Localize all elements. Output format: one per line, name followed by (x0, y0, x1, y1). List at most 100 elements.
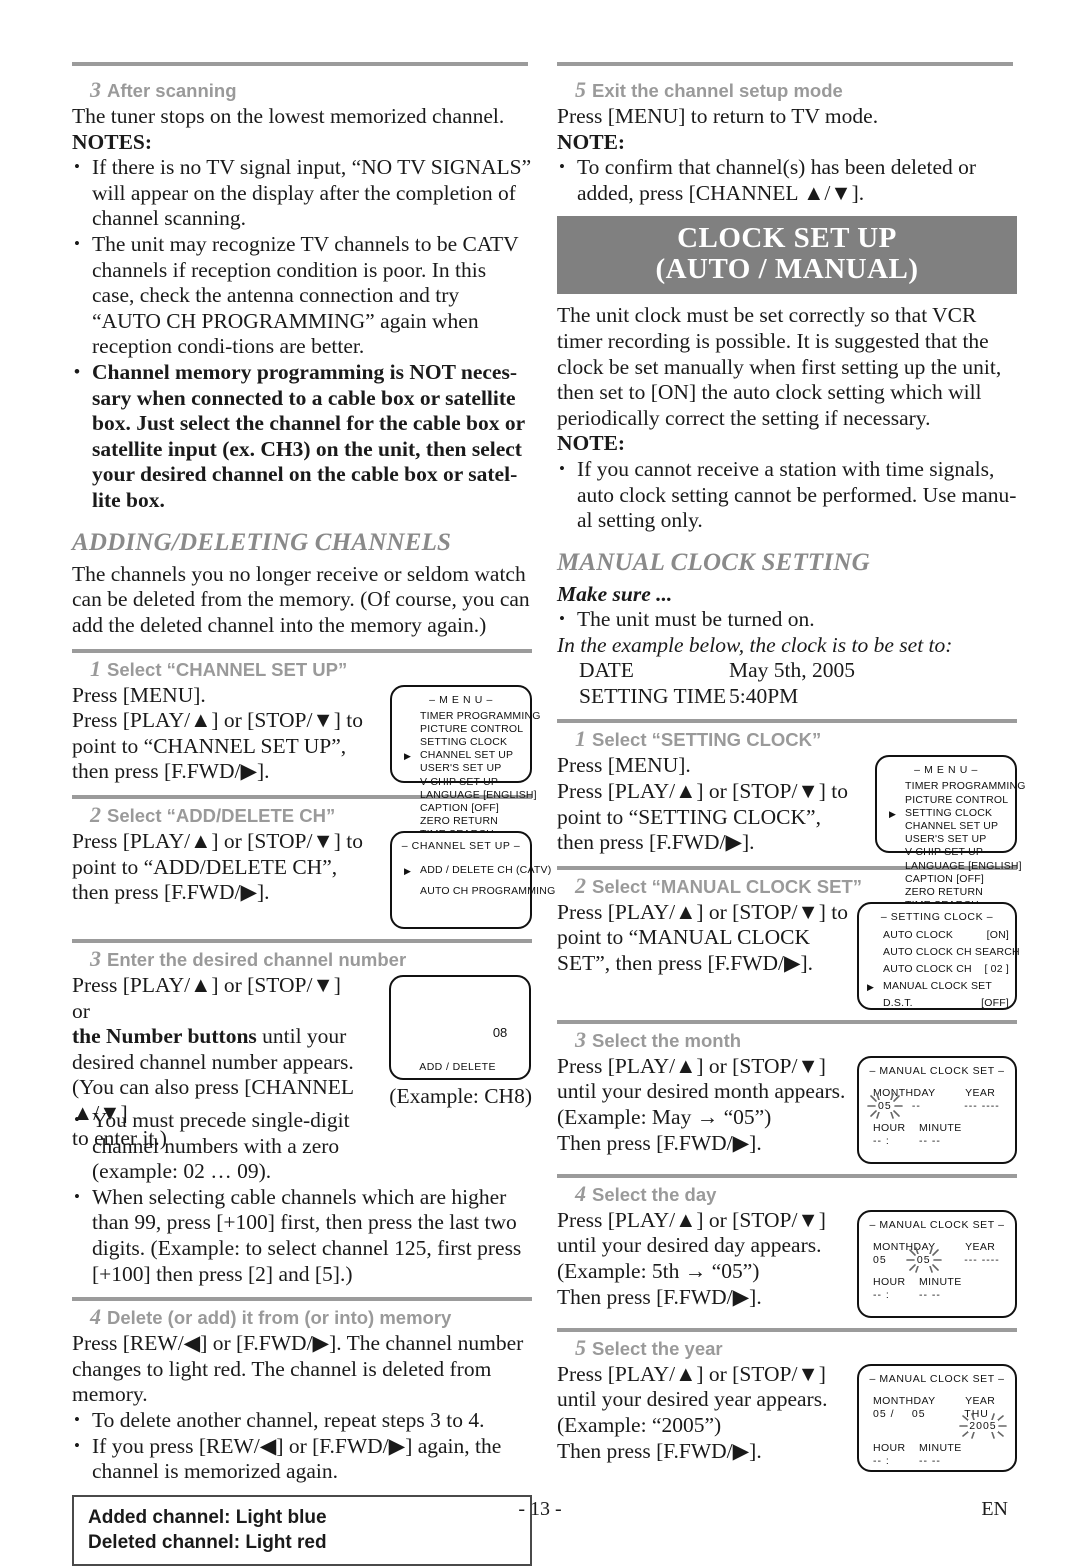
ampm-value: -- (931, 1288, 941, 1301)
step-number: 4 (90, 1304, 101, 1330)
month-value: 05 / (873, 1408, 912, 1432)
step3b-bullets: You must precede single-digit channel nu… (72, 1107, 360, 1185)
example-caption: (Example: CH8) (389, 1083, 532, 1108)
banner-line-1: CLOCK SET UP (677, 222, 897, 255)
month-header: MONTH (873, 1086, 914, 1099)
instruction-line: Press [MENU]. (557, 753, 691, 778)
day-header: DAY (913, 1086, 936, 1099)
instruction-line: Press [PLAY/▲] or [STOP/▼] or (72, 972, 341, 1023)
instruction-line: until your desired month appears. (557, 1079, 846, 1104)
step-title: Select “CHANNEL SET UP” (107, 658, 348, 680)
minute-value: -- -- (919, 1135, 981, 1147)
osd-menu-item: ZERO RETURN (420, 815, 499, 828)
osd-menu-item: CAPTION [OFF] (905, 872, 985, 885)
osd-time-headers: HOUR MINUTE (859, 1122, 1015, 1134)
step-header-after-scanning: 3 After scanning (72, 78, 532, 102)
instruction-line: changes to light red. The channel is del… (72, 1356, 492, 1407)
minute-header: MINUTE (919, 1441, 962, 1454)
osd-title: – M E N U – (429, 693, 493, 706)
osd-menu-item: PICTURE CONTROL (905, 793, 1009, 806)
osd-time-values: -- : -- -- (859, 1455, 1015, 1467)
step-header-enter-channel-number: 3 Enter the desired channel number (72, 947, 532, 971)
osd-menu-clock: – M E N U – TIMER PROGRAMMING PICTURE CO… (875, 755, 1026, 911)
instruction-line: (Example: 5th → “05”) (557, 1258, 760, 1283)
day-value: -- (911, 1099, 921, 1112)
osd-menu-item-selected: SETTING CLOCK (887, 807, 1015, 821)
instruction-line: Then press [F.FWD/▶]. (557, 1130, 762, 1155)
step-number: 1 (90, 655, 101, 681)
time-colon: : (885, 1454, 890, 1467)
hour-value: -- : (873, 1455, 919, 1467)
section-heading-adding-deleting: ADDING/DELETING CHANNELS (72, 528, 452, 556)
osd-item-label: MANUAL CLOCK SET (883, 979, 992, 992)
divider (72, 938, 532, 943)
setting-time-value: 5:40PM (729, 683, 799, 708)
minute-value: -- -- (919, 1289, 981, 1301)
osd-menu-item: TIMER PROGRAMMING (905, 780, 1026, 793)
osd-menu-item: USER'S SET UP (420, 762, 502, 775)
instruction-line: then press [F.FWD/▶]. (72, 759, 270, 784)
month-value-wrap: 05 (867, 1092, 912, 1119)
day-value: 05 (911, 1407, 926, 1420)
step-number: 3 (90, 945, 101, 971)
minute-header: MINUTE (919, 1121, 962, 1134)
adding-deleting-intro: The channels you no longer receive or se… (72, 561, 530, 637)
step-header-delete-or-add: 4 Delete (or add) it from (or into) memor… (72, 1305, 532, 1329)
osd-menu-item: AUTO CLOCK CH SEARCH (865, 944, 1020, 961)
left-column: 3 After scanning The tuner stops on the l… (72, 78, 555, 1566)
step-number: 1 (575, 726, 586, 752)
osd-title: – SETTING CLOCK – (880, 910, 994, 923)
section-banner-clock-set-up: CLOCK SET UP (AUTO / MANUAL) (557, 216, 1017, 295)
instruction-line: Press [PLAY/▲] or [STOP/▼] (557, 1207, 826, 1232)
month-header: MONTH (873, 1394, 914, 1407)
step-header-exit-channel-setup: 5 Exit the channel setup mode (557, 78, 1017, 102)
osd-title: – MANUAL CLOCK SET – (869, 1064, 1005, 1077)
banner-line-2: (AUTO / MANUAL) (655, 253, 919, 286)
osd-menu-item: LANGUAGE [ENGLISH] (905, 859, 1022, 872)
time-colon: : (885, 1288, 890, 1301)
instruction-line: point to “CHANNEL SET UP”, (72, 733, 347, 758)
osd-channel-number: 08 (492, 1024, 508, 1040)
instruction-line: Press [PLAY/▲] or [STOP/▼] to (557, 899, 849, 924)
time-colon: : (885, 1134, 890, 1147)
right-column-top-rule (557, 62, 1013, 66)
osd-add-delete-channel: 08 ADD / DELETE (389, 974, 532, 1080)
year-value: --- ---- (964, 1100, 1015, 1112)
dow-value: THU (964, 1407, 989, 1420)
step-title: After scanning (107, 80, 237, 101)
step-number: 3 (575, 1026, 586, 1052)
osd-manual-clock-day: – MANUAL CLOCK SET – MONTH DAY YEAR 05 0… (857, 1209, 1017, 1318)
list-item: When selecting cable channels which are … (72, 1184, 532, 1287)
hour-digits: -- (873, 1454, 882, 1467)
step-number: 5 (575, 77, 586, 102)
osd-date-headers: MONTH DAY YEAR (859, 1087, 1015, 1099)
month-digits: 05 (873, 1407, 887, 1420)
step-title: Select “SETTING CLOCK” (592, 729, 822, 751)
osd-item-label: AUTO CLOCK CH SEARCH (883, 945, 1020, 958)
instruction-line: point to “ADD/DELETE CH”, (72, 854, 338, 879)
step-title: Select “ADD/DELETE CH” (107, 804, 336, 826)
osd-item-label: D.S.T. (883, 996, 913, 1009)
clock-note-label: NOTE: (557, 431, 626, 456)
step-title: Select the year (592, 1337, 723, 1359)
instruction-line: (Example: “2005”) (557, 1412, 722, 1437)
page-number: - 13 - (518, 1498, 562, 1520)
instruction-line: point to “MANUAL CLOCK (557, 925, 811, 950)
step-title: Exit the channel setup mode (592, 80, 843, 101)
osd-item-value: [ON] (986, 928, 1009, 941)
year-digits: 2005 (968, 1419, 998, 1432)
step-number: 2 (575, 872, 586, 898)
month-value: 05 (873, 1253, 887, 1266)
divider (557, 1173, 1017, 1178)
clock-step3-instructions: Press [PLAY/▲] or [STOP/▼] until your de… (557, 1054, 845, 1156)
osd-menu-item: PICTURE CONTROL (420, 722, 524, 735)
osd-menu-item: V-CHIP SET UP (905, 846, 984, 859)
step3b-bullets-2: When selecting cable channels which are … (72, 1184, 532, 1287)
year-value-wrap: THU 2005 (959, 1407, 1015, 1439)
blink-indicator-day: 05 (905, 1246, 942, 1273)
instruction-line: Press [PLAY/▲] or [STOP/▼] (557, 1361, 826, 1386)
day-header: DAY (913, 1240, 936, 1253)
osd-date-values: 05 -- --- ---- (859, 1092, 1015, 1119)
step-number: 2 (90, 801, 101, 827)
list-item: The unit may recognize TV channels to be… (72, 231, 532, 360)
